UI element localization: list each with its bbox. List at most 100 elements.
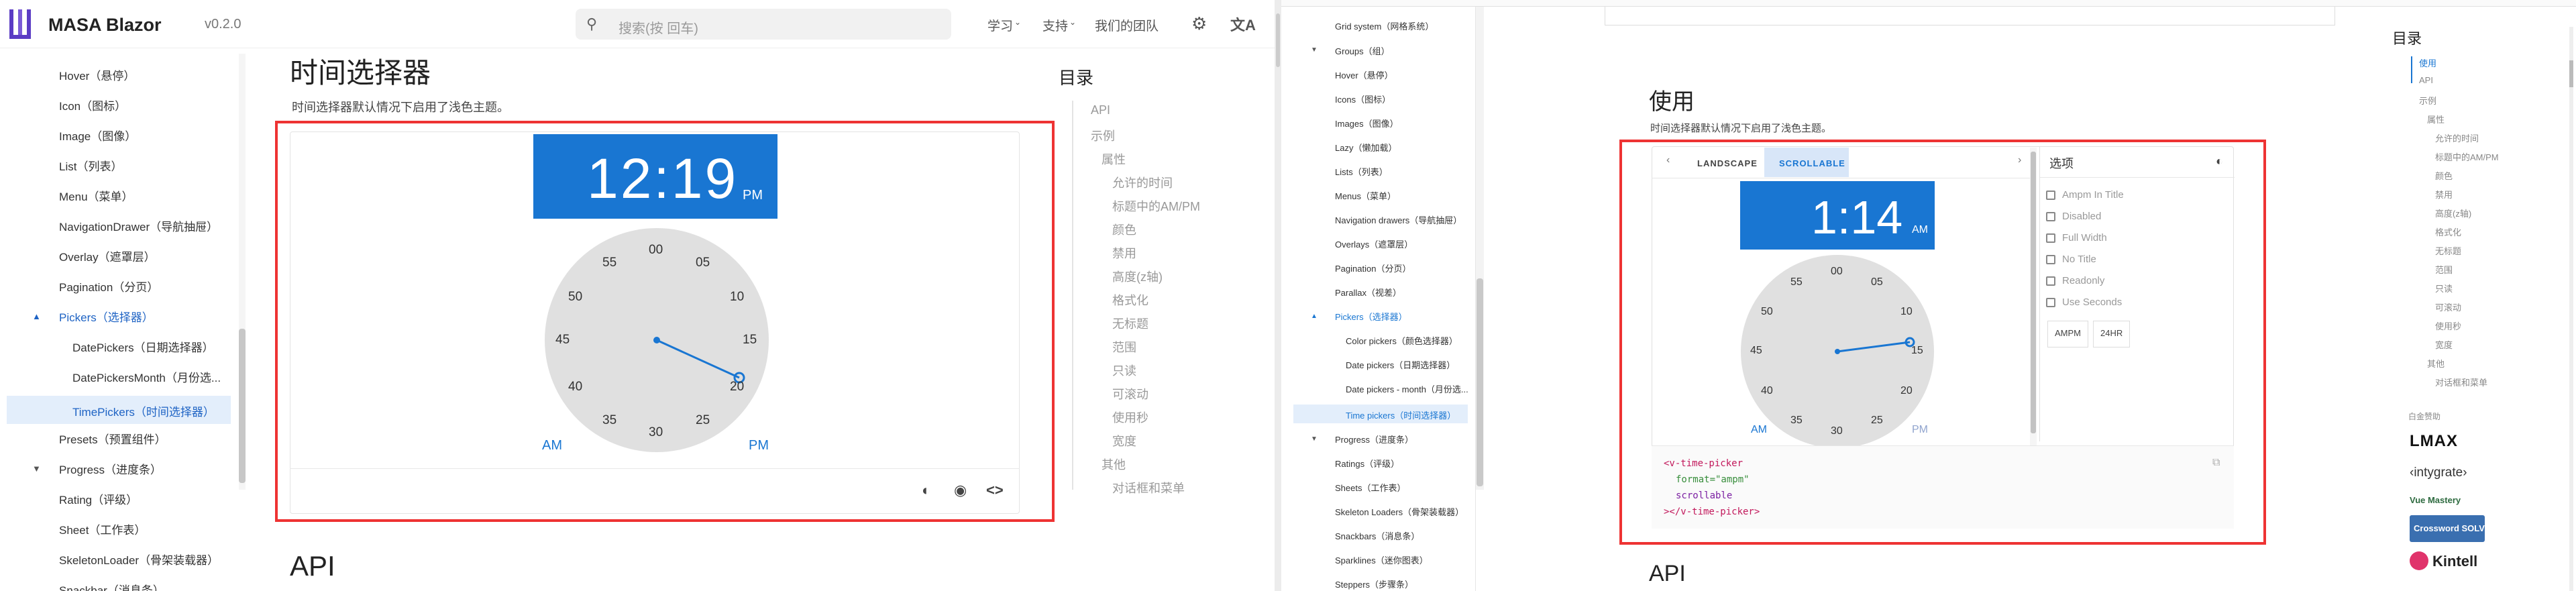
sidebar-item[interactable]: Presets（预置组件） bbox=[59, 430, 166, 447]
clock-face[interactable]: 00 05 10 15 20 25 30 35 40 45 50 55 bbox=[545, 228, 769, 452]
toc-item[interactable]: API bbox=[1091, 103, 1110, 117]
toc-item[interactable]: 属性 bbox=[1102, 150, 1126, 168]
sidebar-item[interactable]: DatePickersMonth（月份选... bbox=[72, 368, 221, 385]
sponsor-crossword-solver[interactable]: Crossword SOLVER bbox=[2410, 515, 2497, 542]
sidebar-item[interactable]: Pagination（分页） bbox=[59, 278, 158, 294]
preview-scrollbar[interactable] bbox=[2030, 148, 2037, 445]
option-full-width[interactable]: Full Width bbox=[2046, 232, 2107, 244]
chevron-up-icon[interactable]: ▲ bbox=[32, 311, 41, 321]
option-no-title[interactable]: No Title bbox=[2046, 254, 2096, 265]
toc-item[interactable]: 标题中的AM/PM bbox=[1112, 197, 1200, 215]
clock-number[interactable]: 00 bbox=[649, 243, 663, 258]
clock-number[interactable]: 40 bbox=[1761, 385, 1773, 397]
clock-number[interactable]: 25 bbox=[696, 413, 710, 428]
toc-item[interactable]: 使用秒 bbox=[1112, 409, 1148, 426]
toc-item[interactable]: 可滚动 bbox=[1112, 385, 1148, 402]
copy-icon[interactable]: ⧉ bbox=[2212, 457, 2220, 469]
nav-support[interactable]: 支持 bbox=[1042, 16, 1068, 34]
nav-team[interactable]: 我们的团队 bbox=[1095, 16, 1159, 34]
sidebar-item[interactable]: Navigation drawers（导航抽屉） bbox=[1335, 213, 1462, 226]
tab-landscape[interactable]: LANDSCAPE bbox=[1697, 158, 1758, 168]
masa-logo[interactable] bbox=[9, 9, 39, 39]
clock-number[interactable]: 40 bbox=[568, 380, 582, 394]
pm-button[interactable]: PM bbox=[1912, 424, 1928, 436]
clock-number[interactable]: 05 bbox=[1871, 276, 1883, 288]
clock-number[interactable]: 55 bbox=[1790, 276, 1803, 288]
chevron-down-icon[interactable]: ▼ bbox=[1311, 46, 1318, 54]
sidebar-item[interactable]: Snackbars（消息条） bbox=[1335, 529, 1419, 542]
clock-number[interactable]: 35 bbox=[602, 413, 616, 428]
option-use-seconds[interactable]: Use Seconds bbox=[2046, 297, 2122, 308]
checkbox-icon[interactable] bbox=[2046, 276, 2055, 286]
toc-item[interactable]: 示例 bbox=[1091, 127, 1115, 144]
sidebar-item[interactable]: Overlays（遮罩层） bbox=[1335, 237, 1413, 250]
checkbox-icon[interactable] bbox=[2046, 212, 2055, 222]
sidebar-item-timepickers[interactable]: TimePickers（时间选择器） bbox=[72, 402, 215, 419]
clock-number[interactable]: 30 bbox=[1831, 425, 1843, 437]
sidebar-item[interactable]: Image（图像） bbox=[59, 127, 136, 144]
sidebar-item[interactable]: Sheet（工作表） bbox=[59, 521, 146, 537]
toc-item[interactable]: 范围 bbox=[1112, 338, 1136, 356]
option-readonly[interactable]: Readonly bbox=[2046, 275, 2104, 286]
clock-number[interactable]: 00 bbox=[1831, 266, 1843, 278]
toc-item[interactable]: 其他 bbox=[1102, 455, 1126, 473]
am-button[interactable]: AM bbox=[1751, 424, 1767, 436]
theme-contrast-icon[interactable]: ◐ bbox=[922, 482, 930, 499]
period-display[interactable]: AM bbox=[1912, 224, 1928, 236]
toc-item[interactable]: 禁用 bbox=[2435, 188, 2453, 201]
sidebar-item[interactable]: Sheets（工作表） bbox=[1335, 481, 1405, 494]
toc-item[interactable]: 标题中的AM/PM bbox=[2435, 150, 2499, 163]
toc-item[interactable]: 格式化 bbox=[2435, 225, 2461, 238]
chevron-down-icon[interactable]: ▼ bbox=[1311, 435, 1318, 443]
checkbox-icon[interactable] bbox=[2046, 298, 2055, 308]
checkbox-icon[interactable] bbox=[2046, 233, 2055, 244]
clock-number[interactable]: 15 bbox=[1911, 345, 1923, 357]
toc-item[interactable]: 可滚动 bbox=[2435, 301, 2461, 313]
sponsor-kintell[interactable]: Kintell bbox=[2432, 553, 2477, 570]
option-ampm-in-title[interactable]: Ampm In Title bbox=[2046, 189, 2124, 201]
sidebar-item[interactable]: Snackbar（消息条） bbox=[59, 581, 164, 591]
pm-button[interactable]: PM bbox=[749, 438, 769, 453]
toc-item[interactable]: 示例 bbox=[2419, 94, 2436, 107]
translate-icon[interactable]: 文A bbox=[1230, 13, 1256, 35]
clock-number[interactable]: 20 bbox=[730, 380, 744, 394]
clock-number[interactable]: 35 bbox=[1790, 415, 1803, 427]
masa-brand[interactable]: MASA Blazor bbox=[48, 15, 162, 36]
toc-item[interactable]: 颜色 bbox=[2435, 169, 2453, 182]
sidebar-item[interactable]: Hover（悬停） bbox=[1335, 68, 1393, 81]
sidebar-item[interactable]: Progress（进度条） bbox=[59, 460, 162, 477]
clock-number[interactable]: 20 bbox=[1900, 385, 1913, 397]
clock-number[interactable]: 05 bbox=[696, 256, 710, 270]
sidebar-item[interactable]: Skeleton Loaders（骨架装载器） bbox=[1335, 505, 1464, 518]
sidebar-item[interactable]: DatePickers（日期选择器） bbox=[72, 338, 214, 355]
sidebar-item[interactable]: SkeletonLoader（骨架装载器） bbox=[59, 551, 219, 568]
toc-item[interactable]: 使用 bbox=[2419, 56, 2436, 69]
sidebar-item[interactable]: List（列表） bbox=[59, 157, 122, 174]
sidebar-item[interactable]: Groups（组） bbox=[1335, 44, 1390, 57]
option-disabled[interactable]: Disabled bbox=[2046, 211, 2101, 222]
sidebar-item[interactable]: NavigationDrawer（导航抽屉） bbox=[59, 217, 218, 234]
sidebar-item[interactable]: Lazy（懒加载） bbox=[1335, 141, 1397, 154]
sidebar-item[interactable]: Sparklines（迷你图表） bbox=[1335, 553, 1428, 566]
sponsor-vue-mastery[interactable]: Vue Mastery bbox=[2410, 495, 2461, 505]
clock-number[interactable]: 10 bbox=[1900, 306, 1913, 318]
sidebar-scrollbar[interactable] bbox=[239, 54, 246, 490]
clock-number[interactable]: 55 bbox=[602, 256, 616, 270]
sponsor-intygrate[interactable]: ‹intygrate› bbox=[2410, 466, 2467, 480]
toc-item[interactable]: 禁用 bbox=[1112, 244, 1136, 262]
sidebar-item-time-pickers[interactable]: Time pickers（时间选择器） bbox=[1346, 409, 1456, 421]
sidebar-item[interactable]: Steppers（步骤条） bbox=[1335, 578, 1413, 590]
checkbox-icon[interactable] bbox=[2046, 191, 2055, 201]
sidebar-item[interactable]: Parallax（视差） bbox=[1335, 286, 1401, 299]
sidebar-item-pickers[interactable]: Pickers（选择器） bbox=[1335, 310, 1407, 323]
sidebar-item[interactable]: Pagination（分页） bbox=[1335, 262, 1411, 274]
sidebar-item[interactable]: Rating（评级） bbox=[59, 490, 138, 507]
tab-scrollable[interactable]: SCROLLABLE bbox=[1779, 158, 1845, 168]
sidebar-item[interactable]: Lists（列表） bbox=[1335, 165, 1388, 178]
toc-item[interactable]: 使用秒 bbox=[2435, 319, 2461, 332]
clock-number[interactable]: 15 bbox=[743, 333, 757, 347]
clock-number[interactable]: 25 bbox=[1871, 415, 1883, 427]
toc-item[interactable]: API bbox=[2419, 75, 2433, 85]
sidebar-item[interactable]: Date pickers - month（月份选... bbox=[1346, 382, 1468, 395]
sidebar-scrollbar[interactable] bbox=[1476, 7, 1484, 490]
